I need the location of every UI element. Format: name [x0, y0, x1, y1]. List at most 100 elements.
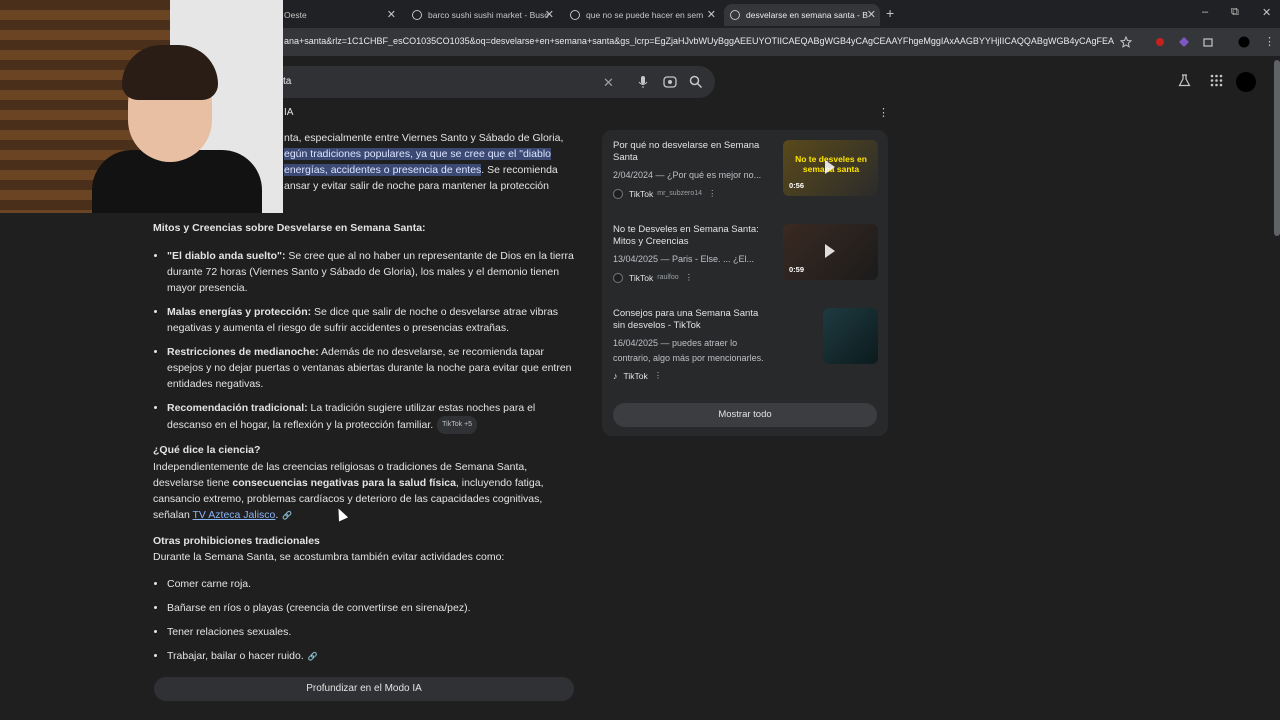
profile-icon[interactable] — [1238, 36, 1250, 48]
video-meta: 16/04/2025 — puedes atraer lo contrario,… — [613, 338, 764, 363]
tab-barco-sushi[interactable]: barco sushi sushi market - Busc ✕ — [406, 4, 558, 26]
video-sources-panel: Por qué no desvelarse en Semana Santa 2/… — [602, 130, 888, 436]
list-item: Trabajar, bailar o hacer ruido. 🔗 — [167, 648, 582, 665]
video-source: TikTok raulfoo ⋮ — [613, 272, 693, 283]
close-tab-icon[interactable]: ✕ — [867, 8, 876, 21]
video-duration: 0:56 — [789, 181, 805, 190]
science-paragraph: Independientemente de las creencias reli… — [153, 459, 573, 524]
video-meta: 2/04/2024 — ¿Por qué es mejor no... — [613, 170, 762, 180]
more-icon[interactable]: ⋮ — [685, 272, 694, 283]
show-all-button[interactable]: Mostrar todo — [613, 403, 877, 427]
tab-que-no-se-puede[interactable]: que no se puede hacer en sem ✕ — [564, 4, 720, 26]
list-item: Malas energías y protección: Se dice que… — [167, 304, 582, 336]
search-icon[interactable] — [689, 75, 703, 89]
source-author: raulfoo — [657, 274, 679, 281]
tv-azteca-link[interactable]: TV Azteca Jalisco — [193, 509, 276, 521]
google-icon — [570, 10, 580, 20]
video-thumbnail[interactable]: No te desveles en semana santa 0:56 — [783, 140, 878, 196]
ai-overview-heading: IA — [284, 107, 294, 118]
video-thumbnail[interactable]: 0:59 — [783, 224, 878, 280]
other-intro: Durante la Semana Santa, se acostumbra t… — [153, 551, 505, 563]
science-end: . — [275, 509, 279, 521]
play-icon — [825, 160, 835, 174]
item-title: Recomendación tradicional: — [167, 402, 308, 414]
maximize-button[interactable]: ⧉ — [1231, 6, 1239, 19]
extensions-puzzle-icon[interactable] — [1202, 36, 1214, 48]
tab-label: Oeste — [284, 10, 307, 20]
item-title: "El diablo anda suelto": — [167, 250, 286, 262]
link-icon[interactable]: 🔗 — [282, 511, 292, 520]
item-text: Trabajar, bailar o hacer ruido. — [167, 650, 304, 662]
source-name: TikTok — [629, 188, 654, 199]
account-avatar[interactable] — [1236, 72, 1256, 92]
list-item: Tener relaciones sexuales. — [167, 624, 582, 640]
video-title[interactable]: No te Desveles en Semana Santa: Mitos y … — [613, 224, 773, 248]
item-title: Malas energías y protección: — [167, 306, 312, 318]
google-icon — [412, 10, 422, 20]
item-title: Restricciones de medianoche: — [167, 346, 319, 358]
deep-dive-ai-mode-button[interactable]: Profundizar en el Modo IA — [154, 677, 574, 701]
lens-camera-icon[interactable] — [663, 75, 677, 89]
video-title[interactable]: Consejos para una Semana Santa sin desve… — [613, 308, 773, 332]
ai-overview-more-icon[interactable]: ⋮ — [878, 106, 889, 119]
tab-oeste[interactable]: Oeste ✕ — [284, 4, 400, 26]
other-list: Comer carne roja. Bañarse en ríos o play… — [153, 576, 582, 673]
close-tab-icon[interactable]: ✕ — [545, 8, 554, 21]
list-item: Comer carne roja. — [167, 576, 582, 592]
google-icon — [730, 10, 740, 20]
apps-grid-icon[interactable] — [1210, 74, 1223, 87]
video-meta: 13/04/2025 — Paris - Else. ... ¿El... — [613, 254, 755, 264]
science-bold: consecuencias negativas para la salud fí… — [232, 477, 456, 489]
channel-avatar-icon — [613, 272, 623, 283]
video-thumbnail[interactable] — [823, 308, 878, 364]
video-source: TikTok mr_subzero14 ⋮ — [613, 188, 717, 199]
list-item: Restricciones de medianoche: Además de n… — [167, 344, 582, 392]
science-heading: ¿Qué dice la ciencia? — [153, 444, 261, 456]
myths-list: "El diablo anda suelto": Se cree que al … — [153, 248, 582, 442]
source-author: mr_subzero14 — [657, 190, 702, 197]
more-icon[interactable]: ⋮ — [654, 370, 663, 381]
minimize-button[interactable]: – — [1202, 6, 1208, 18]
channel-avatar-icon — [613, 188, 623, 199]
new-tab-button[interactable]: + — [886, 5, 894, 21]
tab-label: desvelarse en semana santa - B — [746, 10, 868, 20]
tab-label: que no se puede hacer en sem — [586, 10, 704, 20]
microphone-icon[interactable] — [637, 75, 649, 89]
video-card[interactable]: Consejos para una Semana Santa sin desve… — [613, 308, 878, 388]
source-chip[interactable]: TikTok +5 — [437, 416, 478, 434]
close-window-button[interactable]: ✕ — [1262, 6, 1271, 19]
video-card[interactable]: No te Desveles en Semana Santa: Mitos y … — [613, 224, 878, 296]
tab-desvelarse-active[interactable]: desvelarse en semana santa - B ✕ — [724, 4, 880, 26]
video-duration: 0:59 — [789, 265, 805, 274]
play-icon — [825, 244, 835, 258]
extension-red-icon[interactable] — [1154, 36, 1166, 48]
source-name: TikTok — [629, 272, 654, 283]
address-bar[interactable]: ana+santa&rlz=1C1CHBF_esCO1035CO1035&oq=… — [284, 36, 1114, 46]
link-icon[interactable]: 🔗 — [308, 652, 318, 661]
myths-heading: Mitos y Creencias sobre Desvelarse en Se… — [153, 222, 426, 234]
tiktok-icon: ♪ — [613, 370, 618, 381]
more-icon[interactable]: ⋮ — [708, 188, 717, 199]
source-name: TikTok — [623, 370, 648, 381]
video-source: ♪ TikTok ⋮ — [613, 370, 662, 381]
labs-flask-icon[interactable] — [1178, 74, 1191, 87]
video-title[interactable]: Por qué no desvelarse en Semana Santa — [613, 140, 773, 164]
browser-menu-icon[interactable]: ⋮ — [1264, 35, 1275, 48]
extension-purple-icon[interactable] — [1178, 36, 1190, 48]
video-card[interactable]: Por qué no desvelarse en Semana Santa 2/… — [613, 140, 878, 212]
webcam-overlay — [0, 0, 283, 213]
list-item: Recomendación tradicional: La tradición … — [167, 400, 582, 434]
list-item: "El diablo anda suelto": Se cree que al … — [167, 248, 582, 296]
ai-intro-paragraph: nta, especialmente entre Viernes Santo y… — [284, 130, 574, 194]
intro-text: nta, especialmente entre Viernes Santo y… — [284, 132, 564, 144]
search-box[interactable]: ta ✕ — [283, 66, 715, 98]
tab-label: barco sushi sushi market - Busc — [428, 10, 549, 20]
close-tab-icon[interactable]: ✕ — [707, 8, 716, 21]
clear-icon[interactable]: ✕ — [603, 75, 614, 91]
close-tab-icon[interactable]: ✕ — [387, 8, 396, 21]
page-scrollbar[interactable] — [1274, 60, 1280, 236]
other-heading: Otras prohibiciones tradicionales — [153, 535, 320, 547]
list-item: Bañarse en ríos o playas (creencia de co… — [167, 600, 582, 616]
search-input[interactable]: ta — [283, 76, 291, 87]
bookmark-star-icon[interactable] — [1120, 36, 1132, 48]
